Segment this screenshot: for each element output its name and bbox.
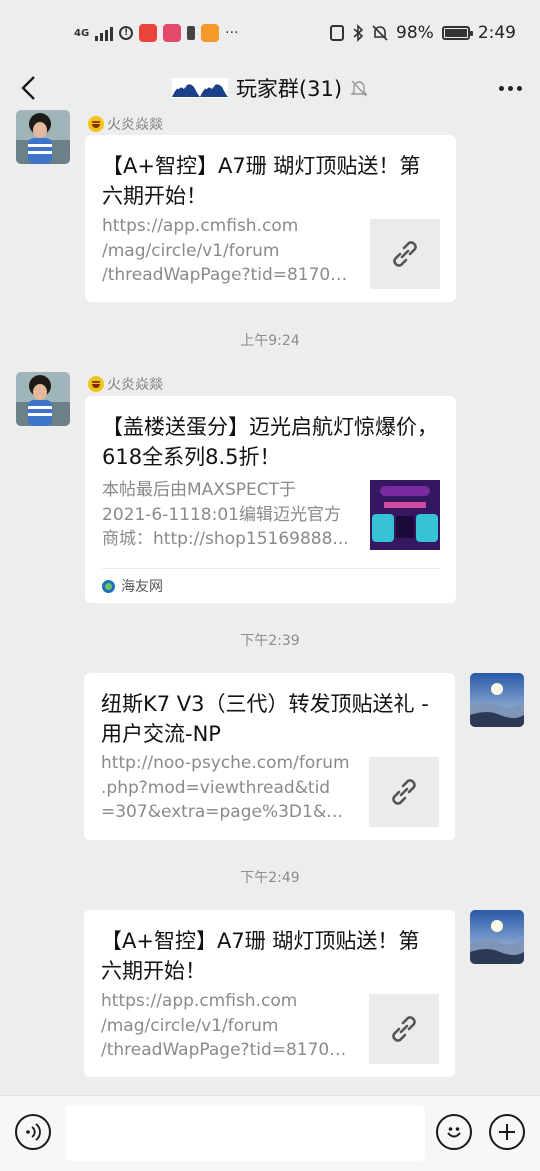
smiley-icon (447, 1127, 461, 1138)
timestamp: 下午2:49 (240, 870, 300, 886)
alert-icon: ! (119, 26, 134, 40)
message-input[interactable] (66, 1106, 425, 1161)
battery-percent: 98% (396, 23, 434, 43)
source-logo-icon (102, 579, 115, 593)
status-bar: 4G ! ··· 98% 2:49 (0, 0, 540, 66)
link-title: 【A+智控】A7珊 瑚灯顶贴送！第六期开始！ (102, 154, 421, 208)
link-description: http://noo-psyche.com/forum .php?mod=vie… (101, 753, 351, 822)
bluetooth-icon (353, 24, 364, 42)
voice-icon (26, 1123, 41, 1141)
more-notifications: ··· (225, 25, 239, 41)
link-card[interactable]: 【A+智控】A7珊 瑚灯顶贴送！第六期开始！ https://app.cmfis… (85, 135, 456, 302)
voice-input-button[interactable] (15, 1114, 51, 1150)
timestamp: 下午2:39 (240, 633, 300, 649)
nfc-icon (330, 25, 345, 41)
title-group: 玩家群(31) (0, 66, 540, 110)
app-notify-icon-orange (201, 24, 220, 42)
sender-name: 火炎焱燚 (88, 114, 163, 134)
avatar[interactable] (16, 110, 70, 164)
sender-name: 火炎焱燚 (88, 374, 163, 394)
more-functions-button[interactable] (489, 1114, 525, 1150)
app-notify-icon-red (139, 24, 158, 42)
link-icon (392, 779, 416, 805)
clock: 2:49 (477, 23, 516, 43)
status-left-icons: 4G ! ··· (74, 22, 239, 44)
status-right-icons: 98% 2:49 (330, 20, 516, 46)
link-description: https://app.cmfish.com /mag/circle/v1/fo… (101, 991, 351, 1060)
timestamp: 上午9:24 (240, 333, 300, 349)
battery-small-icon (187, 26, 196, 40)
link-thumbnail (369, 994, 439, 1064)
link-card[interactable]: 【A+智控】A7珊 瑚灯顶贴送！第六期开始！ https://app.cmfis… (84, 910, 455, 1077)
link-title: 【盖楼送蛋分】迈光启航灯惊爆价，618全系列8.5折！ (102, 415, 438, 469)
wave-emoji-icon (171, 78, 228, 98)
app-notify-icon-gift (163, 24, 182, 42)
link-icon (392, 1016, 416, 1042)
link-thumbnail (369, 757, 439, 827)
signal-icon (95, 25, 114, 41)
grin-emoji-icon (88, 116, 104, 132)
network-type: 4G (74, 27, 90, 39)
self-avatar[interactable] (470, 910, 524, 964)
link-description: https://app.cmfish.com /mag/circle/v1/fo… (102, 216, 352, 285)
link-title: 纽斯K7 V3（三代）转发顶贴送礼 - 用户交流-NP (101, 692, 429, 746)
link-title: 【A+智控】A7珊 瑚灯顶贴送！第六期开始！ (101, 929, 420, 983)
link-thumbnail-image (370, 480, 440, 550)
link-source: 海友网 (102, 568, 440, 603)
link-card[interactable]: 【盖楼送蛋分】迈光启航灯惊爆价，618全系列8.5折！ 本帖最后由MAXSPEC… (85, 396, 456, 603)
mute-bell-icon (372, 25, 388, 41)
message-list[interactable]: 火炎焱燚 【A+智控】A7珊 瑚灯顶贴送！第六期开始！ https://app.… (0, 110, 540, 1095)
link-description: 本帖最后由MAXSPECT于 2021-6-1118:01编辑迈光官方 商城：h… (102, 480, 349, 549)
avatar[interactable] (16, 372, 70, 426)
page-title: 玩家群(31) (235, 77, 343, 101)
link-thumbnail (370, 219, 440, 289)
input-bar (0, 1095, 540, 1171)
emoji-button[interactable] (436, 1114, 472, 1150)
chat-header: 玩家群(31) (0, 66, 540, 110)
self-avatar[interactable] (470, 673, 524, 727)
grin-emoji-icon (88, 376, 104, 392)
link-card[interactable]: 纽斯K7 V3（三代）转发顶贴送礼 - 用户交流-NP http://noo-p… (84, 673, 455, 840)
more-options-button[interactable] (494, 72, 526, 104)
link-icon (393, 241, 417, 267)
plus-icon (499, 1124, 515, 1140)
battery-icon (441, 26, 473, 40)
mute-notifications-icon (350, 80, 368, 97)
